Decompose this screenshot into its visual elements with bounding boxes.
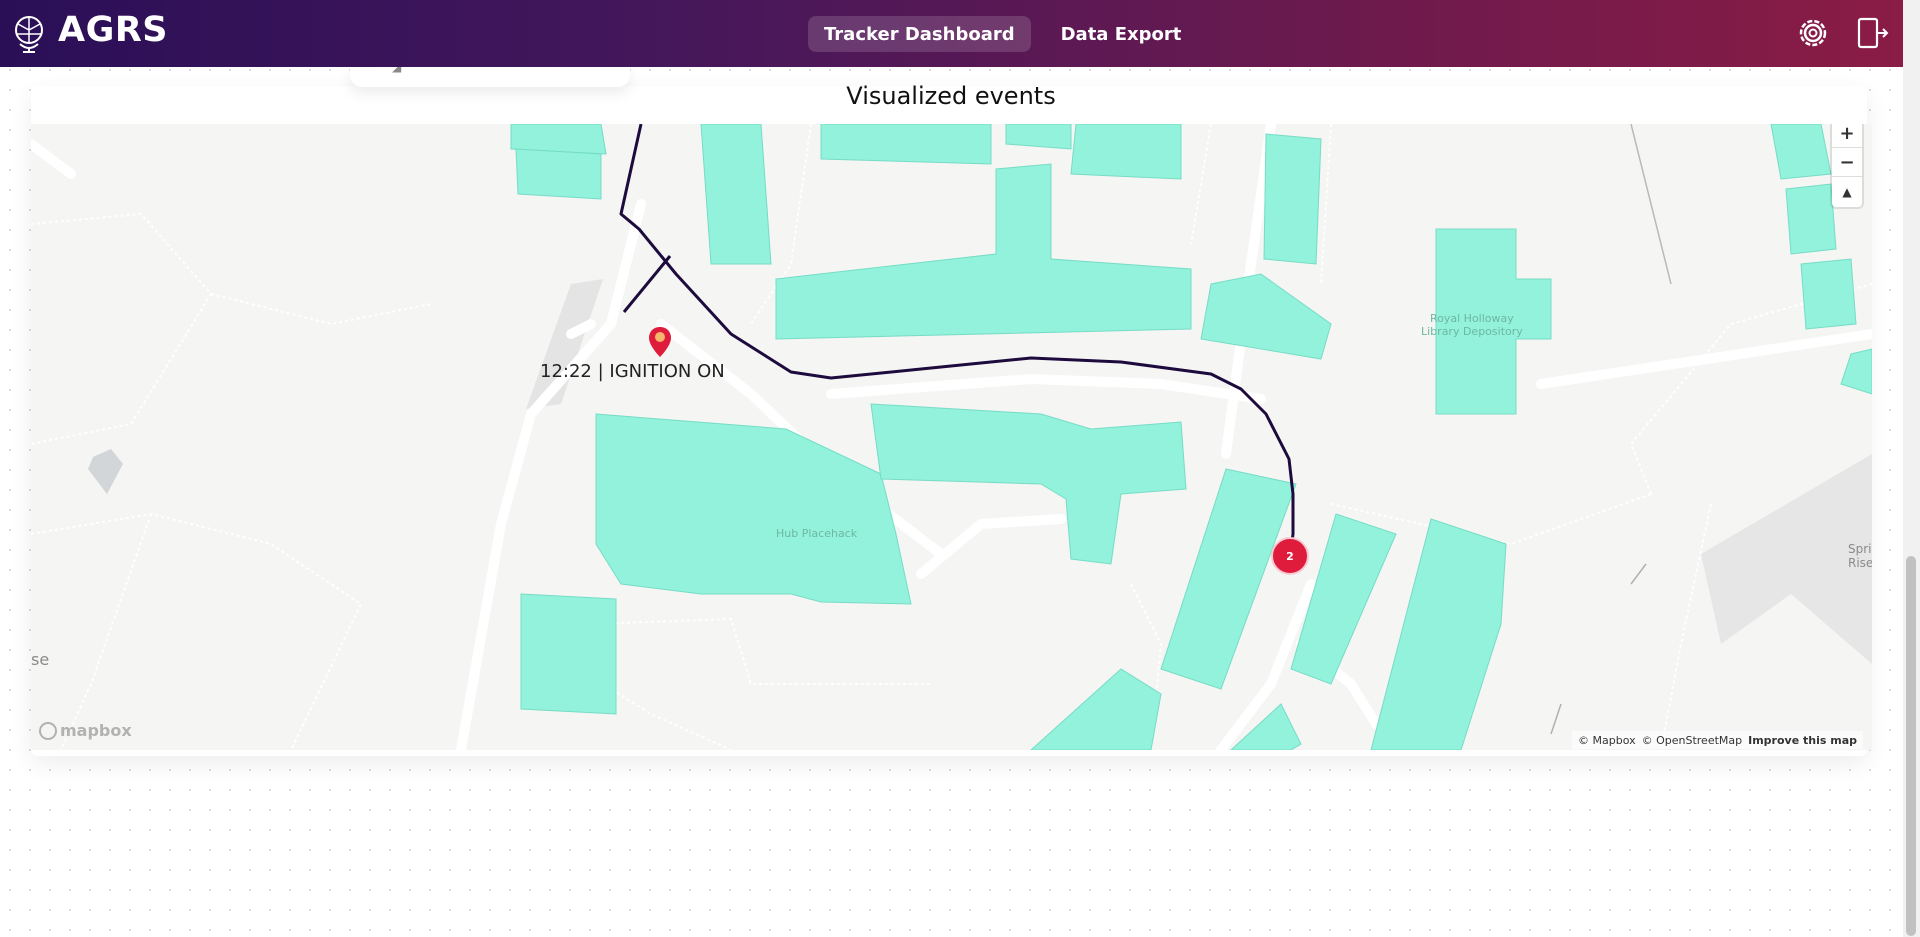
map-zoom-controls: + − ▲: [1832, 124, 1862, 207]
building-label-hub: Hub Placehack: [776, 527, 858, 540]
event-marker-icon[interactable]: [648, 326, 672, 358]
event-map[interactable]: Hub Placehack Royal Holloway Library Dep…: [31, 124, 1872, 750]
event-cluster[interactable]: 2: [1271, 537, 1309, 575]
mapbox-logo[interactable]: mapbox: [39, 721, 132, 740]
scrollbar-thumb[interactable]: [1906, 556, 1916, 936]
map-base-layer: [31, 124, 1872, 750]
mapbox-logo-icon: [39, 721, 57, 740]
globe-logo-icon: [15, 16, 43, 53]
tab-data-export[interactable]: Data Export: [1045, 16, 1198, 52]
street-label-partial: se: [31, 650, 50, 669]
tab-tracker-dashboard[interactable]: Tracker Dashboard: [808, 16, 1031, 52]
building-label-library: Royal Holloway Library Depository: [1421, 312, 1523, 338]
zoom-out-button[interactable]: −: [1832, 148, 1862, 177]
app-name: AGRS: [58, 10, 168, 50]
zoom-in-button[interactable]: +: [1832, 124, 1862, 148]
settings-icon[interactable]: [1797, 17, 1829, 49]
attribution-mapbox[interactable]: © Mapbox: [1578, 734, 1636, 747]
map-attribution: © Mapbox © OpenStreetMap Improve this ma…: [1572, 731, 1863, 749]
event-popup-label: 12:22 | IGNITION ON: [540, 361, 725, 382]
top-navigation-bar: AGRS Tracker Dashboard Data Export: [0, 0, 1903, 67]
compass-button[interactable]: ▲: [1832, 177, 1862, 206]
improve-map-link[interactable]: Improve this map: [1748, 734, 1857, 747]
mapbox-logo-text: mapbox: [60, 721, 132, 740]
main-nav: Tracker Dashboard Data Export: [808, 16, 1197, 52]
street-label-spring-rise: Spring Rise: [1848, 542, 1872, 570]
card-title: Visualized events: [846, 82, 1056, 110]
attribution-osm[interactable]: © OpenStreetMap: [1642, 734, 1743, 747]
logout-icon[interactable]: [1855, 16, 1889, 50]
